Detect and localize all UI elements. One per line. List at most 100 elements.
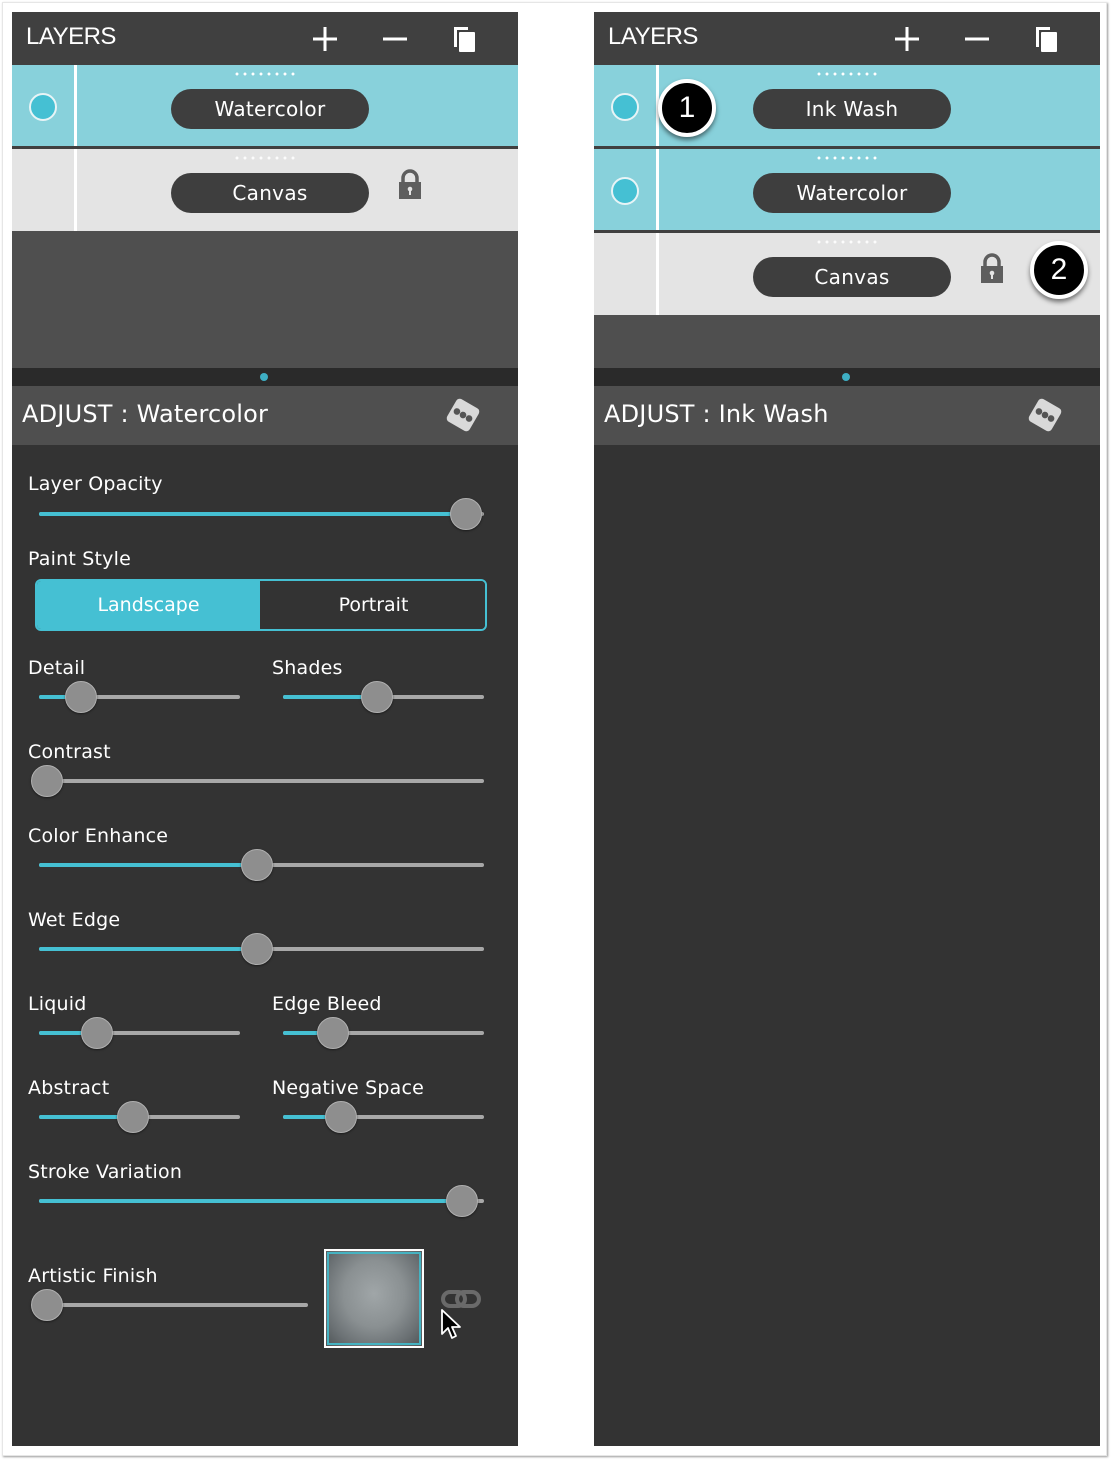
layer-row[interactable]: Canvas: [12, 149, 518, 231]
add-layer-button[interactable]: [890, 22, 924, 56]
duplicate-layer-button[interactable]: [1030, 22, 1064, 56]
layers-header: LAYERS: [594, 12, 1100, 65]
link-icon[interactable]: [440, 1287, 482, 1311]
abstract-slider[interactable]: [39, 1101, 240, 1133]
drag-handle[interactable]: [233, 155, 297, 161]
slider-knob[interactable]: [117, 1101, 150, 1133]
slider-fill: [39, 512, 467, 516]
stroke-variation-slider[interactable]: [39, 1185, 484, 1217]
plus-icon: [313, 27, 337, 51]
detail-label: Detail: [28, 657, 86, 679]
layer-visibility-toggle[interactable]: [611, 93, 639, 121]
layers-header: LAYERS: [12, 12, 518, 65]
shades-label: Shades: [272, 657, 343, 679]
layer-row[interactable]: Watercolor: [594, 149, 1100, 233]
slider-track: [47, 1303, 308, 1307]
slider-knob[interactable]: [241, 933, 274, 965]
duplicate-layer-button[interactable]: [448, 22, 482, 56]
paint-style-label: Paint Style: [28, 548, 131, 570]
negative-space-slider[interactable]: [283, 1101, 484, 1133]
drag-handle[interactable]: [815, 155, 879, 161]
plus-icon: [895, 27, 919, 51]
texture-swatch[interactable]: [324, 1249, 424, 1348]
edge-bleed-slider[interactable]: [283, 1017, 484, 1049]
adjust-title: ADJUST : Watercolor: [22, 400, 269, 428]
slider-track: [47, 779, 484, 783]
layers-title: LAYERS: [608, 23, 698, 50]
slider-knob[interactable]: [361, 681, 394, 713]
duplicate-icon: [454, 27, 475, 52]
edge-bleed-label: Edge Bleed: [272, 993, 382, 1015]
layer-opacity-label: Layer Opacity: [28, 473, 163, 495]
layer-name-pill[interactable]: Canvas: [753, 257, 951, 297]
layer-name-pill[interactable]: Canvas: [171, 173, 369, 213]
callout-badge-1: 1: [658, 79, 716, 137]
lock-icon[interactable]: [978, 253, 1006, 285]
layer-visibility-toggle[interactable]: [611, 177, 639, 205]
paint-style-landscape-option[interactable]: Landscape: [37, 581, 260, 629]
slider-knob[interactable]: [317, 1017, 350, 1049]
stroke-variation-label: Stroke Variation: [28, 1161, 183, 1183]
slider-knob[interactable]: [31, 765, 63, 797]
layer-row-divider: [656, 233, 659, 315]
dice-icon[interactable]: [1026, 396, 1064, 434]
layer-name-pill[interactable]: Ink Wash: [753, 89, 951, 129]
slider-knob[interactable]: [31, 1289, 63, 1321]
slider-fill: [39, 1199, 462, 1203]
layers-empty-area: [594, 315, 1100, 368]
layers-title: LAYERS: [26, 23, 116, 50]
liquid-label: Liquid: [28, 993, 87, 1015]
slider-knob[interactable]: [450, 498, 483, 530]
slider-knob[interactable]: [241, 849, 274, 881]
lock-icon[interactable]: [396, 169, 424, 201]
drag-handle[interactable]: [815, 71, 879, 77]
layer-name-pill[interactable]: Watercolor: [753, 173, 951, 213]
negative-space-label: Negative Space: [272, 1077, 425, 1099]
mouse-cursor-icon: [441, 1309, 461, 1339]
detail-slider[interactable]: [39, 681, 240, 713]
drag-handle[interactable]: [233, 71, 297, 77]
add-layer-button[interactable]: [308, 22, 342, 56]
layer-opacity-slider[interactable]: [39, 498, 484, 530]
layer-row-divider: [656, 149, 659, 231]
color-enhance-slider[interactable]: [39, 849, 484, 881]
left-panel: LAYERS Watercolor Canvas ADJUST : Waterc…: [12, 12, 518, 1446]
color-enhance-label: Color Enhance: [28, 825, 169, 847]
wet-edge-label: Wet Edge: [28, 909, 121, 931]
layer-visibility-toggle[interactable]: [29, 93, 57, 121]
shades-slider[interactable]: [283, 681, 484, 713]
contrast-slider[interactable]: [31, 765, 484, 797]
slider-knob[interactable]: [445, 1185, 478, 1217]
splitter-handle[interactable]: [842, 373, 850, 381]
layer-row-divider: [74, 65, 77, 147]
slider-knob[interactable]: [81, 1017, 114, 1049]
contrast-label: Contrast: [28, 741, 111, 763]
artistic-finish-label: Artistic Finish: [28, 1265, 158, 1287]
adjust-header: ADJUST : Watercolor: [12, 386, 518, 445]
layer-row[interactable]: Watercolor: [12, 65, 518, 149]
liquid-slider[interactable]: [39, 1017, 240, 1049]
right-panel: LAYERS Ink Wash Watercolor Canvas ADJUST…: [594, 12, 1100, 1446]
slider-fill: [39, 947, 258, 951]
adjust-header: ADJUST : Ink Wash: [594, 386, 1100, 445]
artistic-finish-slider[interactable]: [31, 1289, 308, 1321]
paint-style-segmented-control: Landscape Portrait: [35, 579, 487, 631]
minus-icon: [383, 37, 407, 41]
splitter-handle[interactable]: [260, 373, 268, 381]
remove-layer-button[interactable]: [378, 22, 412, 56]
layer-name-pill[interactable]: Watercolor: [171, 89, 369, 129]
minus-icon: [965, 37, 989, 41]
remove-layer-button[interactable]: [960, 22, 994, 56]
paint-style-portrait-option[interactable]: Portrait: [260, 581, 485, 629]
slider-fill: [39, 863, 258, 867]
wet-edge-slider[interactable]: [39, 933, 484, 965]
layer-row[interactable]: Canvas: [594, 233, 1100, 315]
panel-splitter[interactable]: [594, 368, 1100, 386]
panel-splitter[interactable]: [12, 368, 518, 386]
duplicate-icon: [1036, 27, 1057, 52]
dice-icon[interactable]: [444, 396, 482, 434]
adjust-title: ADJUST : Ink Wash: [604, 400, 829, 428]
drag-handle[interactable]: [815, 239, 879, 245]
slider-knob[interactable]: [65, 681, 98, 713]
slider-knob[interactable]: [325, 1101, 358, 1133]
